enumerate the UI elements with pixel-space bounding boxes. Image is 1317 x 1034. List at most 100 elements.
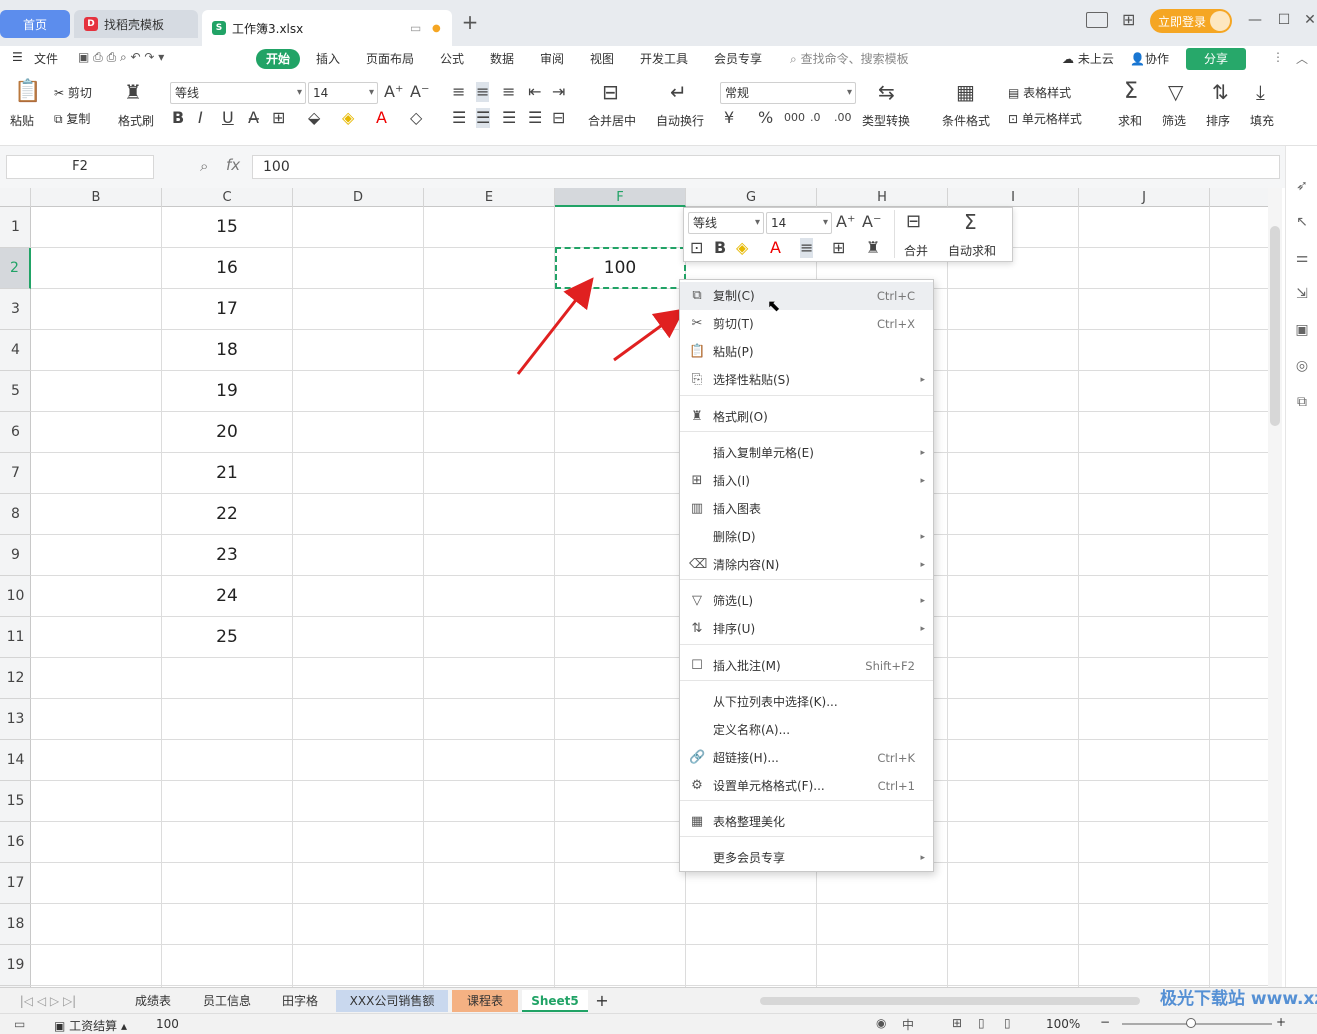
screen-icon[interactable]: ▭ bbox=[410, 21, 421, 35]
login-button[interactable]: 立即登录 bbox=[1150, 9, 1232, 33]
row-header[interactable]: 16 bbox=[0, 822, 31, 863]
wrap-icon[interactable]: ↵ bbox=[670, 82, 687, 102]
row-header[interactable]: 12 bbox=[0, 658, 31, 699]
context-item-12[interactable]: ⇅ 排序(U) ▸ bbox=[680, 615, 933, 643]
page-view-icon[interactable]: ▯ bbox=[978, 1016, 985, 1030]
mini-font-shrink-icon[interactable]: A⁻ bbox=[862, 212, 881, 232]
tab-workbook[interactable]: S 工作簿3.xlsx ▭ ● bbox=[202, 10, 452, 46]
menu-review[interactable]: 审阅 bbox=[540, 50, 564, 67]
search-command[interactable]: ⌕ 查找命令、搜索模板 bbox=[790, 50, 909, 67]
tab-home[interactable]: 首页 bbox=[0, 10, 70, 38]
zoom-slider-handle[interactable] bbox=[1186, 1018, 1196, 1028]
cell-style-button[interactable]: ⊡ 单元格样式 bbox=[1008, 110, 1082, 127]
paste-button[interactable]: 粘贴 bbox=[10, 112, 34, 129]
indent-increase-icon[interactable]: ⇥ bbox=[552, 82, 565, 102]
table-style-button[interactable]: ▤ 表格样式 bbox=[1008, 84, 1071, 101]
vertical-scrollbar[interactable] bbox=[1268, 188, 1282, 987]
thousands-icon[interactable]: 000 bbox=[784, 108, 805, 128]
percent-icon[interactable]: % bbox=[758, 108, 773, 128]
cell-c5[interactable]: 19 bbox=[162, 381, 292, 401]
mini-merge-icon[interactable]: ⊟ bbox=[906, 212, 921, 232]
cell-c4[interactable]: 18 bbox=[162, 340, 292, 360]
sort-button[interactable]: 排序 bbox=[1206, 112, 1230, 129]
mini-sigma-icon[interactable]: Σ bbox=[964, 212, 977, 232]
menu-page-layout[interactable]: 页面布局 bbox=[366, 50, 414, 67]
new-tab-button[interactable]: + bbox=[460, 12, 480, 33]
italic-icon[interactable]: I bbox=[198, 108, 203, 128]
row-header[interactable]: 2 bbox=[0, 248, 31, 289]
layout-icon[interactable] bbox=[1086, 12, 1108, 28]
status-screen-icon[interactable]: ▭ bbox=[14, 1017, 25, 1031]
align-right-icon[interactable]: ☰ bbox=[502, 108, 516, 128]
row-header[interactable]: 17 bbox=[0, 863, 31, 904]
fill-down-icon[interactable]: ⤓ bbox=[1256, 82, 1265, 102]
sheet-tab-active[interactable]: Sheet5 bbox=[522, 990, 588, 1012]
image-icon[interactable]: ▣ bbox=[1294, 322, 1310, 338]
col-header-g[interactable]: G bbox=[686, 188, 817, 207]
collapse-ribbon-icon[interactable]: ︿ bbox=[1296, 50, 1308, 67]
collab-button[interactable]: 👤协作 bbox=[1130, 50, 1169, 67]
row-header[interactable]: 7 bbox=[0, 453, 31, 494]
row-header[interactable]: 9 bbox=[0, 535, 31, 576]
align-bottom-icon[interactable]: ≡ bbox=[502, 82, 515, 102]
number-format-select[interactable]: 常规 bbox=[720, 82, 856, 104]
merge-center-button[interactable]: 合并居中 bbox=[588, 112, 636, 129]
context-item-16[interactable]: 🔗 超链接(H)... Ctrl+K bbox=[680, 744, 933, 772]
cell-c8[interactable]: 22 bbox=[162, 504, 292, 524]
tab-templates[interactable]: D 找稻壳模板 bbox=[74, 10, 198, 38]
mini-brush-icon[interactable]: ♜ bbox=[866, 238, 880, 258]
font-shrink-icon[interactable]: A⁻ bbox=[410, 82, 429, 102]
mini-wrap-icon[interactable]: ⊡ bbox=[690, 238, 703, 258]
row-header[interactable]: 3 bbox=[0, 289, 31, 330]
menu-insert[interactable]: 插入 bbox=[316, 50, 340, 67]
align-top-icon[interactable]: ≡ bbox=[452, 82, 465, 102]
context-item-7[interactable]: ⊞ 插入(I) ▸ bbox=[680, 467, 933, 495]
mini-highlight-icon[interactable]: ◈ bbox=[736, 238, 748, 258]
context-item-10[interactable]: ⌫ 清除内容(N) ▸ bbox=[680, 551, 933, 579]
mini-bold-icon[interactable]: B bbox=[714, 238, 726, 258]
context-item-3[interactable]: 📋 粘贴(P) bbox=[680, 338, 933, 366]
more-icon[interactable]: ⋮ bbox=[1272, 50, 1284, 64]
row-header[interactable]: 8 bbox=[0, 494, 31, 535]
context-item-19[interactable]: 更多会员专享 ▸ bbox=[680, 844, 933, 872]
row-header[interactable]: 15 bbox=[0, 781, 31, 822]
row-header[interactable]: 5 bbox=[0, 371, 31, 412]
sort-icon[interactable]: ⇅ bbox=[1212, 82, 1229, 102]
mini-font-color-icon[interactable]: A bbox=[770, 238, 781, 258]
sheet-tab-5[interactable]: 课程表 bbox=[452, 990, 518, 1012]
context-item-8[interactable]: ▥ 插入图表 bbox=[680, 495, 933, 523]
close-icon[interactable]: ✕ bbox=[1300, 10, 1317, 30]
mini-font-grow-icon[interactable]: A⁺ bbox=[836, 212, 855, 232]
normal-view-icon[interactable]: ⊞ bbox=[952, 1016, 962, 1030]
mini-autosum-button[interactable]: 自动求和 bbox=[948, 242, 996, 259]
filter-icon[interactable]: ▽ bbox=[1168, 82, 1183, 102]
row-header[interactable]: 4 bbox=[0, 330, 31, 371]
col-header-c[interactable]: C bbox=[162, 188, 293, 207]
justify-icon[interactable]: ☰ bbox=[528, 108, 542, 128]
decimal-increase-icon[interactable]: .0 bbox=[810, 108, 821, 128]
conditional-format-icon[interactable]: ▦ bbox=[956, 82, 975, 102]
context-item-13[interactable]: ☐ 插入批注(M) Shift+F2 bbox=[680, 652, 933, 680]
context-item-17[interactable]: ⚙ 设置单元格格式(F)... Ctrl+1 bbox=[680, 772, 933, 800]
select-all-corner[interactable] bbox=[0, 188, 31, 207]
hamburger-icon[interactable]: ☰ bbox=[12, 50, 23, 64]
mini-font-select[interactable]: 等线 bbox=[688, 212, 764, 234]
convert-icon[interactable]: ⇆ bbox=[878, 82, 895, 102]
decimal-decrease-icon[interactable]: .00 bbox=[834, 108, 852, 128]
cell-c6[interactable]: 20 bbox=[162, 422, 292, 442]
wrap-text-button[interactable]: 自动换行 bbox=[656, 112, 704, 129]
apps-grid-icon[interactable]: ⊞ bbox=[1122, 10, 1135, 29]
add-sheet-icon[interactable]: + bbox=[592, 990, 612, 1012]
cell-c2[interactable]: 16 bbox=[162, 258, 292, 278]
mini-borders-icon[interactable]: ⊞ bbox=[832, 238, 845, 258]
conditional-format-button[interactable]: 条件格式 bbox=[942, 112, 990, 129]
menu-member[interactable]: 会员专享 bbox=[714, 50, 762, 67]
row-header[interactable]: 14 bbox=[0, 740, 31, 781]
context-item-18[interactable]: ▦ 表格整理美化 bbox=[680, 808, 933, 836]
row-header[interactable]: 6 bbox=[0, 412, 31, 453]
name-box[interactable]: F2 bbox=[6, 155, 154, 179]
col-header-j[interactable]: J bbox=[1079, 188, 1210, 207]
brush-icon[interactable]: ♜ bbox=[124, 82, 142, 102]
mini-size-select[interactable]: 14 bbox=[766, 212, 832, 234]
fill-icon[interactable]: ⬙ bbox=[308, 108, 320, 128]
